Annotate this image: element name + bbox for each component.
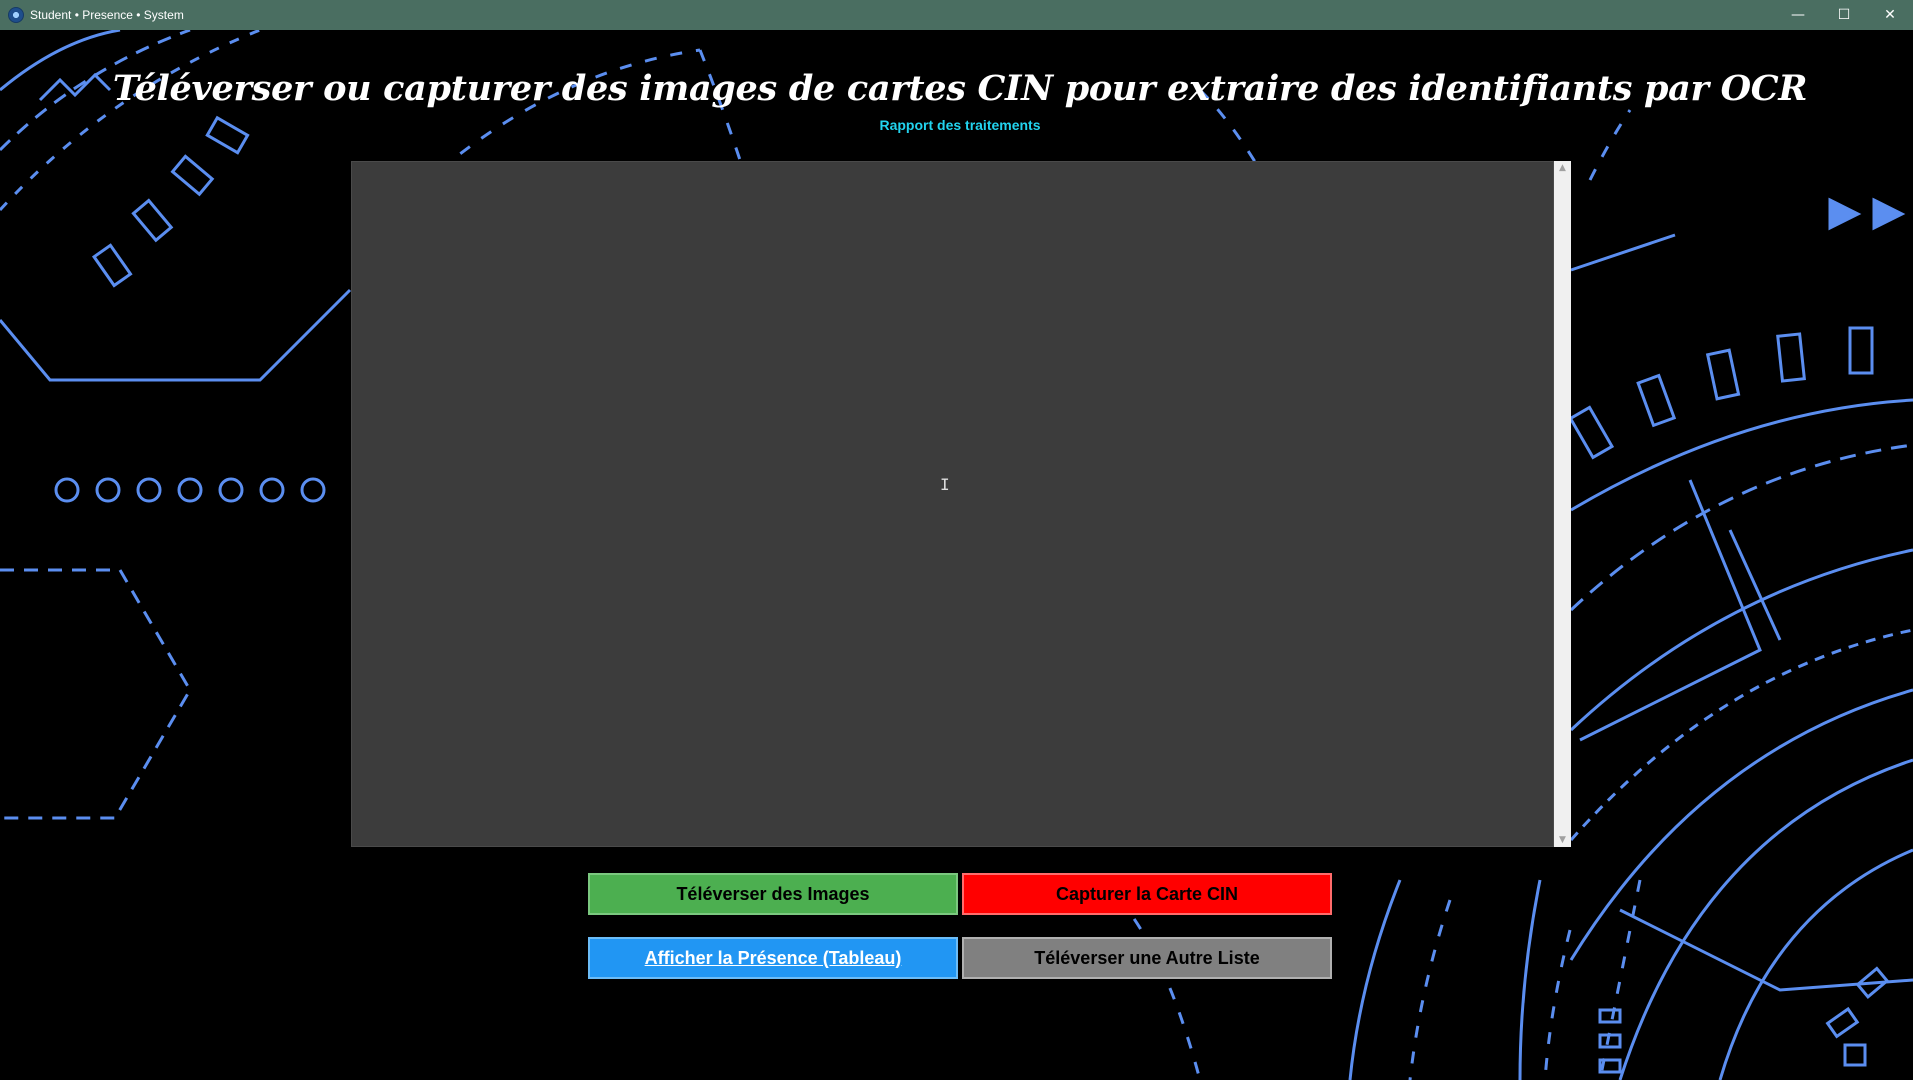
window-title: Student • Presence • System (30, 8, 184, 22)
window-controls: — ☐ ✕ (1775, 0, 1913, 30)
upload-other-list-button[interactable]: Téléverser une Autre Liste (962, 937, 1332, 979)
show-presence-button[interactable]: Afficher la Présence (Tableau) (588, 937, 958, 979)
maximize-button[interactable]: ☐ (1821, 0, 1867, 30)
capture-card-button[interactable]: Capturer la Carte CIN (962, 873, 1332, 915)
page-title: Téléverser ou capturer des images de car… (112, 68, 1808, 109)
app-icon (8, 7, 24, 23)
report-textarea[interactable] (351, 161, 1554, 847)
text-cursor-icon: I (940, 475, 950, 494)
app-client-area: Téléverser ou capturer des images de car… (0, 30, 1913, 1080)
scroll-up-icon[interactable]: ▲ (1554, 161, 1571, 175)
close-button[interactable]: ✕ (1867, 0, 1913, 30)
report-label: Rapport des traitements (879, 117, 1041, 133)
upload-images-button[interactable]: Téléverser des Images (588, 873, 958, 915)
title-bar: Student • Presence • System — ☐ ✕ (0, 0, 1913, 30)
report-scrollbar[interactable]: ▲ ▼ (1554, 161, 1571, 847)
minimize-button[interactable]: — (1775, 0, 1821, 30)
scroll-down-icon[interactable]: ▼ (1554, 833, 1571, 847)
